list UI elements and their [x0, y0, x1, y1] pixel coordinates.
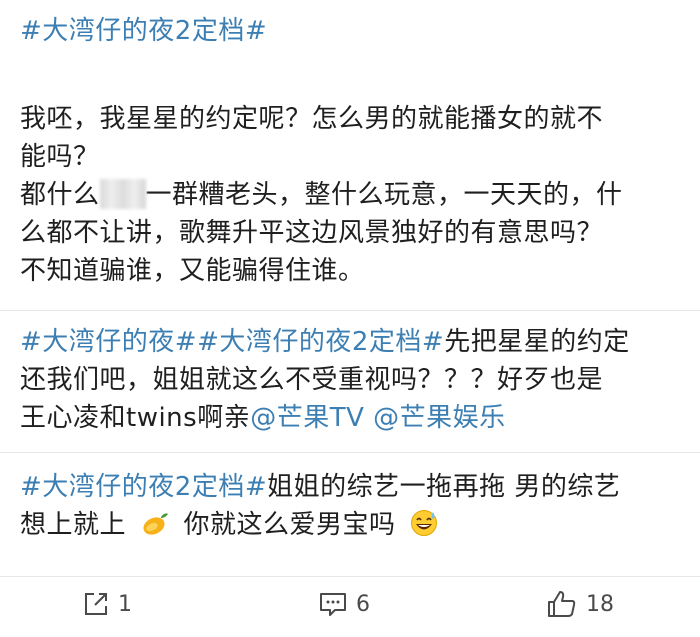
divider: [0, 310, 700, 311]
redacted-blur: [99, 179, 146, 209]
action-bar: 1 6 18: [0, 582, 700, 626]
thumbs-up-icon: [548, 591, 576, 617]
grinning-sweat-icon: [411, 510, 438, 536]
post3-line-1: #大湾仔的夜2定档#姐姐的综艺一拖再拖 男的综艺: [20, 468, 684, 506]
like-count: 18: [586, 591, 614, 617]
mango-emoji-icon: [143, 513, 168, 535]
post1-line-3-start: 都什么: [20, 180, 100, 210]
post2-line-3: 王心凌和twins啊亲@芒果TV @芒果娱乐: [20, 399, 684, 437]
post2-line-2: 还我们吧，姐姐就这么不受重视吗？？？好歹也是: [20, 365, 604, 395]
like-button[interactable]: 18: [546, 586, 614, 622]
post-body-2: #大湾仔的夜##大湾仔的夜2定档#先把星星的约定 还我们吧，姐姐就这么不受重视吗…: [20, 323, 684, 437]
post1-line-3: 都什么 一群糟老头，整什么玩意，一天天的，什: [20, 176, 684, 214]
post3-line-2: 想上就上 你就这么爱男宝吗: [20, 506, 684, 544]
post2-line-1: #大湾仔的夜##大湾仔的夜2定档#先把星星的约定: [20, 323, 684, 361]
post3-tag[interactable]: #大湾仔的夜2定档#: [20, 472, 267, 502]
post1-line-3-end: 一群糟老头，整什么玩意，一天天的，什: [145, 180, 623, 210]
repost-button[interactable]: 1: [82, 586, 132, 622]
mention-mango-ent[interactable]: @芒果娱乐: [373, 403, 506, 433]
post2-line-3-text: 王心凌和twins啊亲: [20, 403, 251, 433]
post3-line-2-b: 你就这么爱男宝吗: [183, 510, 396, 540]
post1-line-2: 能吗？: [20, 142, 100, 172]
post2-line-1-text: 先把星星的约定: [444, 327, 630, 357]
post3-line-1-text: 姐姐的综艺一拖再拖 男的综艺: [267, 472, 621, 502]
header-hashtag[interactable]: #大湾仔的夜2定档#: [20, 12, 684, 50]
comment-icon: [320, 593, 346, 616]
post1-line-5: 不知道骗谁，又能骗得住谁。: [20, 256, 365, 286]
mention-mango-tv[interactable]: @芒果TV: [250, 403, 364, 433]
post-body-1: 我呸，我星星的约定呢？怎么男的就能播女的就不 能吗？ 都什么 一群糟老头，整什么玩…: [20, 100, 684, 290]
post1-line-4: 么都不让讲，歌舞升平这边风景独好的有意思吗？: [20, 218, 604, 248]
post2-tag-1[interactable]: #大湾仔的夜#: [20, 327, 197, 357]
divider: [0, 576, 700, 577]
divider: [0, 452, 700, 453]
comment-count: 6: [356, 591, 370, 617]
post1-line-1: 我呸，我星星的约定呢？怎么男的就能播女的就不: [20, 104, 604, 134]
post-body-3: #大湾仔的夜2定档#姐姐的综艺一拖再拖 男的综艺 想上就上 你就这么爱男宝吗: [20, 468, 684, 544]
post3-line-2-a: 想上就上: [20, 510, 127, 540]
repost-count: 1: [118, 591, 132, 617]
comment-button[interactable]: 6: [318, 586, 370, 622]
repost-icon: [85, 593, 107, 615]
post2-tag-2[interactable]: #大湾仔的夜2定档#: [197, 327, 444, 357]
header-hashtag-row: #大湾仔的夜2定档#: [20, 12, 684, 50]
